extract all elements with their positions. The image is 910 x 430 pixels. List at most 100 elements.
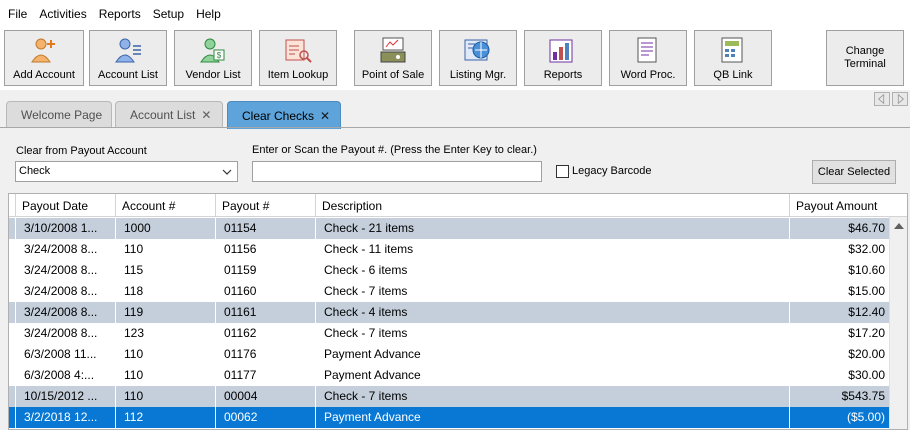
payout-number-cell: 01154: [215, 218, 315, 239]
menu-file[interactable]: File: [2, 0, 33, 28]
payout-date-cell: 10/15/2012 ...: [15, 386, 115, 407]
payout-number-cell: 01161: [215, 302, 315, 323]
payout-amount-cell: $17.20: [789, 323, 889, 344]
clear-selected-button[interactable]: Clear Selected: [812, 160, 896, 184]
chevron-down-icon: [222, 169, 232, 175]
toolbar-button-label: Account List: [98, 69, 158, 81]
payout-date-cell: 6/3/2008 4:...: [15, 365, 115, 386]
scroll-up-icon[interactable]: [894, 223, 904, 229]
change-terminal-label-2: Terminal: [844, 58, 886, 70]
payout-number-cell: 00004: [215, 386, 315, 407]
payout-number-cell: 01162: [215, 323, 315, 344]
add-account-icon: [31, 38, 55, 63]
payout-amount-cell: $46.70: [789, 218, 889, 239]
description-cell: Payment Advance: [315, 365, 789, 386]
menu-reports[interactable]: Reports: [93, 0, 147, 28]
toolbar-button-label: Listing Mgr.: [449, 69, 507, 81]
vendor-list-button[interactable]: $ Vendor List: [174, 30, 252, 86]
tab-account-list[interactable]: Account List ✕: [115, 101, 223, 128]
description-cell: Check - 6 items: [315, 260, 789, 281]
toolbar-button-label: Item Lookup: [267, 69, 329, 81]
tab-welcome-page[interactable]: Welcome Page: [6, 101, 112, 128]
column-header-account[interactable]: Account #: [115, 194, 215, 217]
payout-number-cell: 00062: [215, 407, 315, 428]
column-header-payout-number[interactable]: Payout #: [215, 194, 315, 217]
account-list-icon: [115, 38, 141, 63]
payout-number-cell: 01156: [215, 239, 315, 260]
tab-scroll: [874, 92, 908, 106]
table-row[interactable]: 6/3/2008 11... 110 01176 Payment Advance $20…: [9, 344, 889, 365]
scan-payout-label: Enter or Scan the Payout #. (Press the E…: [252, 144, 537, 156]
change-terminal-button[interactable]: Change Terminal: [826, 30, 904, 86]
toolbar-button-label: Add Account: [13, 69, 75, 81]
reports-button[interactable]: Reports: [524, 30, 602, 86]
account-number-cell: 110: [115, 386, 215, 407]
table-row[interactable]: 3/24/2008 8... 123 01162 Check - 7 items $17…: [9, 323, 889, 344]
payout-amount-cell: $12.40: [789, 302, 889, 323]
close-icon[interactable]: ✕: [320, 109, 330, 123]
column-header-payout-amount[interactable]: Payout Amount: [789, 194, 889, 217]
add-account-button[interactable]: Add Account: [4, 30, 84, 86]
word-processor-button[interactable]: Word Proc.: [609, 30, 687, 86]
tab-clear-checks[interactable]: Clear Checks ✕: [227, 101, 341, 129]
payout-amount-cell: $543.75: [789, 386, 889, 407]
item-lookup-icon: [285, 39, 312, 63]
payout-account-select[interactable]: Check: [15, 161, 238, 182]
payout-date-cell: 3/24/2008 8...: [15, 260, 115, 281]
table-row[interactable]: 10/15/2012 ... 110 00004 Check - 7 items $54…: [9, 386, 889, 407]
account-number-cell: 112: [115, 407, 215, 428]
payout-amount-cell: $30.00: [789, 365, 889, 386]
payout-number-cell: 01160: [215, 281, 315, 302]
legacy-barcode-checkbox[interactable]: [556, 165, 569, 178]
table-row[interactable]: 3/24/2008 8... 110 01156 Check - 11 items $3…: [9, 239, 889, 260]
toolbar-button-label: Reports: [543, 69, 583, 81]
payout-date-cell: 3/2/2018 12...: [15, 407, 115, 428]
account-number-cell: 115: [115, 260, 215, 281]
payout-account-value: Check: [19, 165, 51, 177]
payout-date-cell: 3/24/2008 8...: [15, 323, 115, 344]
scroll-left-icon[interactable]: [874, 92, 890, 106]
account-number-cell: 110: [115, 365, 215, 386]
tab-label: Clear Checks: [242, 108, 315, 123]
grid-header: Payout Date Account # Payout # Descripti…: [9, 194, 907, 217]
table-row[interactable]: 6/3/2008 4:... 110 01177 Payment Advance $30…: [9, 365, 889, 386]
menu-activities[interactable]: Activities: [33, 0, 92, 28]
account-number-cell: 123: [115, 323, 215, 344]
payout-number-cell: 01159: [215, 260, 315, 281]
menu-help[interactable]: Help: [190, 0, 227, 28]
change-terminal-label-1: Change: [845, 45, 885, 57]
account-number-cell: 118: [115, 281, 215, 302]
close-icon[interactable]: ✕: [201, 108, 211, 122]
reports-icon: [549, 39, 573, 63]
payout-amount-cell: $20.00: [789, 344, 889, 365]
scan-payout-input[interactable]: [252, 161, 542, 182]
payout-number-cell: 01177: [215, 365, 315, 386]
account-list-button[interactable]: Account List: [89, 30, 167, 86]
scroll-right-icon[interactable]: [892, 92, 908, 106]
table-row[interactable]: 3/24/2008 8... 115 01159 Check - 6 items $10…: [9, 260, 889, 281]
description-cell: Payment Advance: [315, 407, 789, 428]
toolbar-button-label: QB Link: [713, 69, 753, 81]
menu-setup[interactable]: Setup: [147, 0, 190, 28]
menu-bar: File Activities Reports Setup Help: [0, 0, 910, 28]
point-of-sale-button[interactable]: Point of Sale: [354, 30, 432, 86]
payout-date-cell: 3/24/2008 8...: [15, 302, 115, 323]
listing-manager-button[interactable]: Listing Mgr.: [439, 30, 517, 86]
tab-label: Welcome Page: [21, 108, 103, 122]
legacy-barcode-label: Legacy Barcode: [572, 165, 652, 177]
payout-date-cell: 3/10/2008 1...: [15, 218, 115, 239]
table-row[interactable]: 3/24/2008 8... 119 01161 Check - 4 items $12…: [9, 302, 889, 323]
vertical-scrollbar[interactable]: [889, 217, 907, 429]
payout-amount-cell: $15.00: [789, 281, 889, 302]
payout-amount-cell: ($5.00): [789, 407, 889, 428]
account-number-cell: 119: [115, 302, 215, 323]
table-row[interactable]: 3/24/2008 8... 118 01160 Check - 7 items $15…: [9, 281, 889, 302]
table-row[interactable]: 3/2/2018 12... 112 00062 Payment Advance ($5…: [9, 407, 889, 428]
item-lookup-button[interactable]: Item Lookup: [259, 30, 337, 86]
column-header-payout-date[interactable]: Payout Date: [15, 194, 115, 217]
table-row[interactable]: 3/10/2008 1... 1000 01154 Check - 21 items $…: [9, 218, 889, 239]
toolbar: Change Terminal Add Account Account List $…: [0, 28, 910, 90]
qb-link-button[interactable]: QB Link: [694, 30, 772, 86]
column-header-description[interactable]: Description: [315, 194, 789, 217]
payout-amount-cell: $32.00: [789, 239, 889, 260]
